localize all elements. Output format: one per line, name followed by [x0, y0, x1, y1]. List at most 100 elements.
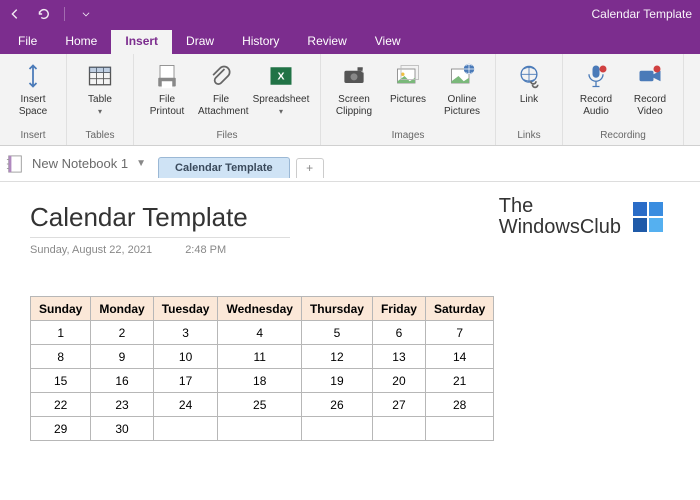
calendar-cell[interactable]: 12 [301, 345, 372, 369]
notebook-icon[interactable] [6, 154, 24, 174]
calendar-cell[interactable]: 14 [425, 345, 493, 369]
calendar-header-cell: Tuesday [153, 297, 218, 321]
calendar-cell[interactable]: 9 [91, 345, 153, 369]
calendar-row: 1234567 [31, 321, 494, 345]
notebook-name[interactable]: New Notebook 1 [26, 156, 134, 171]
menu-history[interactable]: History [228, 30, 293, 54]
pictures-icon [394, 62, 422, 90]
menu-draw[interactable]: Draw [172, 30, 228, 54]
calendar-cell[interactable]: 28 [425, 393, 493, 417]
undo-icon[interactable] [36, 7, 50, 21]
calendar-cell[interactable]: 13 [372, 345, 425, 369]
online-pictures-icon [448, 62, 476, 90]
paperclip-icon [207, 62, 235, 90]
calendar-cell[interactable] [425, 417, 493, 441]
calendar-cell[interactable]: 2 [91, 321, 153, 345]
section-bar: New Notebook 1 ▼ Calendar Template + [0, 146, 700, 182]
pictures-button[interactable]: Pictures [383, 58, 433, 108]
group-files: File Printout File Attachment X Spreadsh… [134, 54, 321, 145]
calendar-cell[interactable] [372, 417, 425, 441]
calendar-header-cell: Thursday [301, 297, 372, 321]
calendar-cell[interactable]: 27 [372, 393, 425, 417]
table-button[interactable]: Table▾ [75, 58, 125, 120]
calendar-cell[interactable]: 26 [301, 393, 372, 417]
calendar-header-cell: Monday [91, 297, 153, 321]
menu-bar: File Home Insert Draw History Review Vie… [0, 28, 700, 54]
calendar-cell[interactable]: 16 [91, 369, 153, 393]
calendar-cell[interactable]: 7 [425, 321, 493, 345]
microphone-icon [582, 62, 610, 90]
calendar-cell[interactable]: 23 [91, 393, 153, 417]
table-icon [86, 62, 114, 90]
calendar-cell[interactable]: 18 [218, 369, 301, 393]
menu-file[interactable]: File [4, 30, 51, 54]
calendar-cell[interactable]: 21 [425, 369, 493, 393]
menu-insert[interactable]: Insert [111, 30, 172, 54]
svg-text:+: + [361, 68, 365, 75]
file-attachment-button[interactable]: File Attachment [196, 58, 246, 120]
calendar-cell[interactable]: 4 [218, 321, 301, 345]
group-tables: Table▾ Tables [67, 54, 134, 145]
calendar-cell[interactable]: 5 [301, 321, 372, 345]
page-meta: Sunday, August 22, 2021 2:48 PM [30, 244, 670, 256]
record-video-button[interactable]: Record Video [625, 58, 675, 120]
spreadsheet-button[interactable]: X Spreadsheet▾ [250, 58, 312, 120]
insert-space-button[interactable]: Insert Space [8, 58, 58, 120]
calendar-cell[interactable]: 30 [91, 417, 153, 441]
calendar-cell[interactable]: 3 [153, 321, 218, 345]
file-printout-button[interactable]: File Printout [142, 58, 192, 120]
calendar-cell[interactable]: 1 [31, 321, 91, 345]
menu-review[interactable]: Review [293, 30, 360, 54]
calendar-row: 891011121314 [31, 345, 494, 369]
logo-block: TheWindowsClub [499, 196, 665, 238]
camera-icon: + [340, 62, 368, 90]
calendar-cell[interactable]: 29 [31, 417, 91, 441]
link-button[interactable]: Link [504, 58, 554, 108]
screen-clipping-button[interactable]: + Screen Clipping [329, 58, 379, 120]
calendar-cell[interactable]: 8 [31, 345, 91, 369]
window-title: Calendar Template [591, 7, 692, 21]
insert-space-icon [19, 62, 47, 90]
group-insert: Insert Space Insert [0, 54, 67, 145]
calendar-cell[interactable]: 20 [372, 369, 425, 393]
page-title[interactable]: Calendar Template [30, 202, 290, 238]
date-button[interactable]: 17 Date [692, 58, 700, 108]
calendar-cell[interactable]: 24 [153, 393, 218, 417]
calendar-table[interactable]: SundayMondayTuesdayWednesdayThursdayFrid… [30, 296, 494, 441]
customize-qat-icon[interactable] [79, 7, 93, 21]
menu-home[interactable]: Home [51, 30, 111, 54]
online-pictures-button[interactable]: Online Pictures [437, 58, 487, 120]
calendar-cell[interactable]: 11 [218, 345, 301, 369]
calendar-header-row: SundayMondayTuesdayWednesdayThursdayFrid… [31, 297, 494, 321]
logo-icon [631, 200, 665, 234]
calendar-header-cell: Saturday [425, 297, 493, 321]
calendar-cell[interactable]: 17 [153, 369, 218, 393]
calendar-cell[interactable] [301, 417, 372, 441]
menu-view[interactable]: View [361, 30, 415, 54]
file-printout-icon [153, 62, 181, 90]
section-tab-active[interactable]: Calendar Template [158, 157, 290, 178]
calendar-cell[interactable]: 22 [31, 393, 91, 417]
calendar-cell[interactable]: 15 [31, 369, 91, 393]
page-canvas: Calendar Template Sunday, August 22, 202… [0, 182, 700, 461]
ribbon: Insert Space Insert Table▾ Tables File P… [0, 54, 700, 146]
calendar-container: SundayMondayTuesdayWednesdayThursdayFrid… [30, 296, 670, 441]
logo-text: TheWindowsClub [499, 196, 621, 238]
calendar-cell[interactable] [218, 417, 301, 441]
spreadsheet-icon: X [267, 62, 295, 90]
calendar-cell[interactable]: 6 [372, 321, 425, 345]
calendar-cell[interactable]: 10 [153, 345, 218, 369]
calendar-cell[interactable]: 19 [301, 369, 372, 393]
calendar-header-cell: Sunday [31, 297, 91, 321]
calendar-row: 2930 [31, 417, 494, 441]
calendar-cell[interactable] [153, 417, 218, 441]
group-recording: Record Audio Record Video Recording [563, 54, 684, 145]
record-audio-button[interactable]: Record Audio [571, 58, 621, 120]
notebook-dropdown-icon[interactable]: ▼ [136, 158, 156, 169]
add-section-button[interactable]: + [296, 158, 324, 178]
calendar-cell[interactable]: 25 [218, 393, 301, 417]
link-icon [515, 62, 543, 90]
back-icon[interactable] [8, 7, 22, 21]
title-bar: Calendar Template [0, 0, 700, 28]
group-images: + Screen Clipping Pictures Online Pictur… [321, 54, 496, 145]
